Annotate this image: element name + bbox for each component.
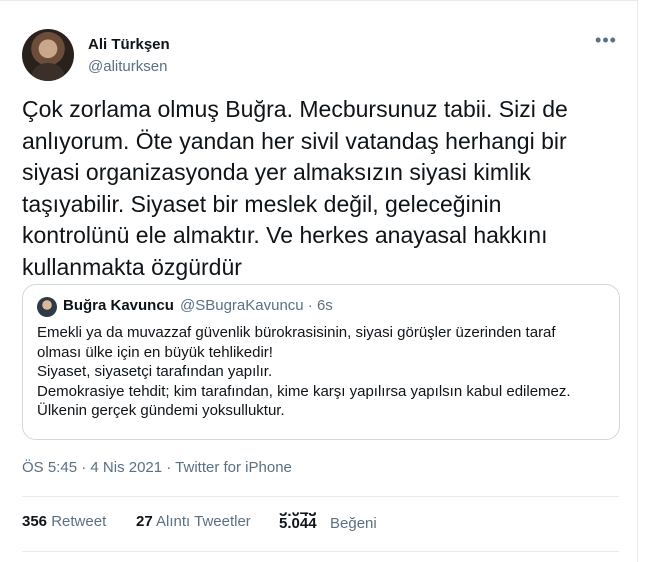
divider: [22, 551, 619, 552]
divider: [22, 496, 619, 497]
retweets-count: 356: [22, 513, 48, 530]
tweet-text: Çok zorlama olmuş Buğra. Mecbursunuz tab…: [22, 96, 568, 280]
avatar[interactable]: [22, 29, 74, 81]
likes-label: Beğeni: [330, 515, 377, 532]
tweet-date[interactable]: 4 Nis 2021: [90, 459, 162, 476]
meta-separator: ·: [77, 459, 91, 476]
author-name[interactable]: Ali Türkşen: [88, 36, 170, 53]
more-options-icon[interactable]: •••: [594, 31, 618, 53]
tweet-header: Ali Türkşen @aliturksen •••: [22, 29, 622, 81]
quote-tweets-stat[interactable]: 27 Alıntı Tweetler: [136, 513, 251, 530]
author-handle[interactable]: @aliturksen: [88, 58, 167, 75]
quoted-author-name: Buğra Kavuncu: [63, 297, 174, 314]
tweet-card: Ali Türkşen @aliturksen ••• Çok zorlama …: [0, 0, 638, 562]
tweet-meta: ÖS 5:45 · 4 Nis 2021 · Twitter for iPhon…: [22, 459, 292, 476]
likes-count: 5.044: [279, 515, 317, 532]
quotes-count: 27: [136, 513, 153, 530]
likes-count-roll: 5.043 5.044: [279, 503, 325, 537]
quoted-tweet-text: Emekli ya da muvazzaf güvenlik bürokrasi…: [37, 324, 571, 420]
retweets-label: Retweet: [51, 513, 107, 530]
quoted-tweet[interactable]: Buğra Kavuncu @SBugraKavuncu · 6s Emekli…: [22, 284, 620, 440]
tweet-time[interactable]: ÖS 5:45: [22, 459, 77, 476]
quotes-label: Alıntı Tweetler: [156, 513, 251, 530]
quoted-avatar: [37, 297, 57, 317]
retweets-stat[interactable]: 356 Retweet: [22, 513, 106, 530]
meta-separator: ·: [162, 459, 176, 476]
quoted-author-handle: @SBugraKavuncu · 6s: [180, 297, 333, 314]
tweet-source[interactable]: Twitter for iPhone: [175, 459, 292, 476]
